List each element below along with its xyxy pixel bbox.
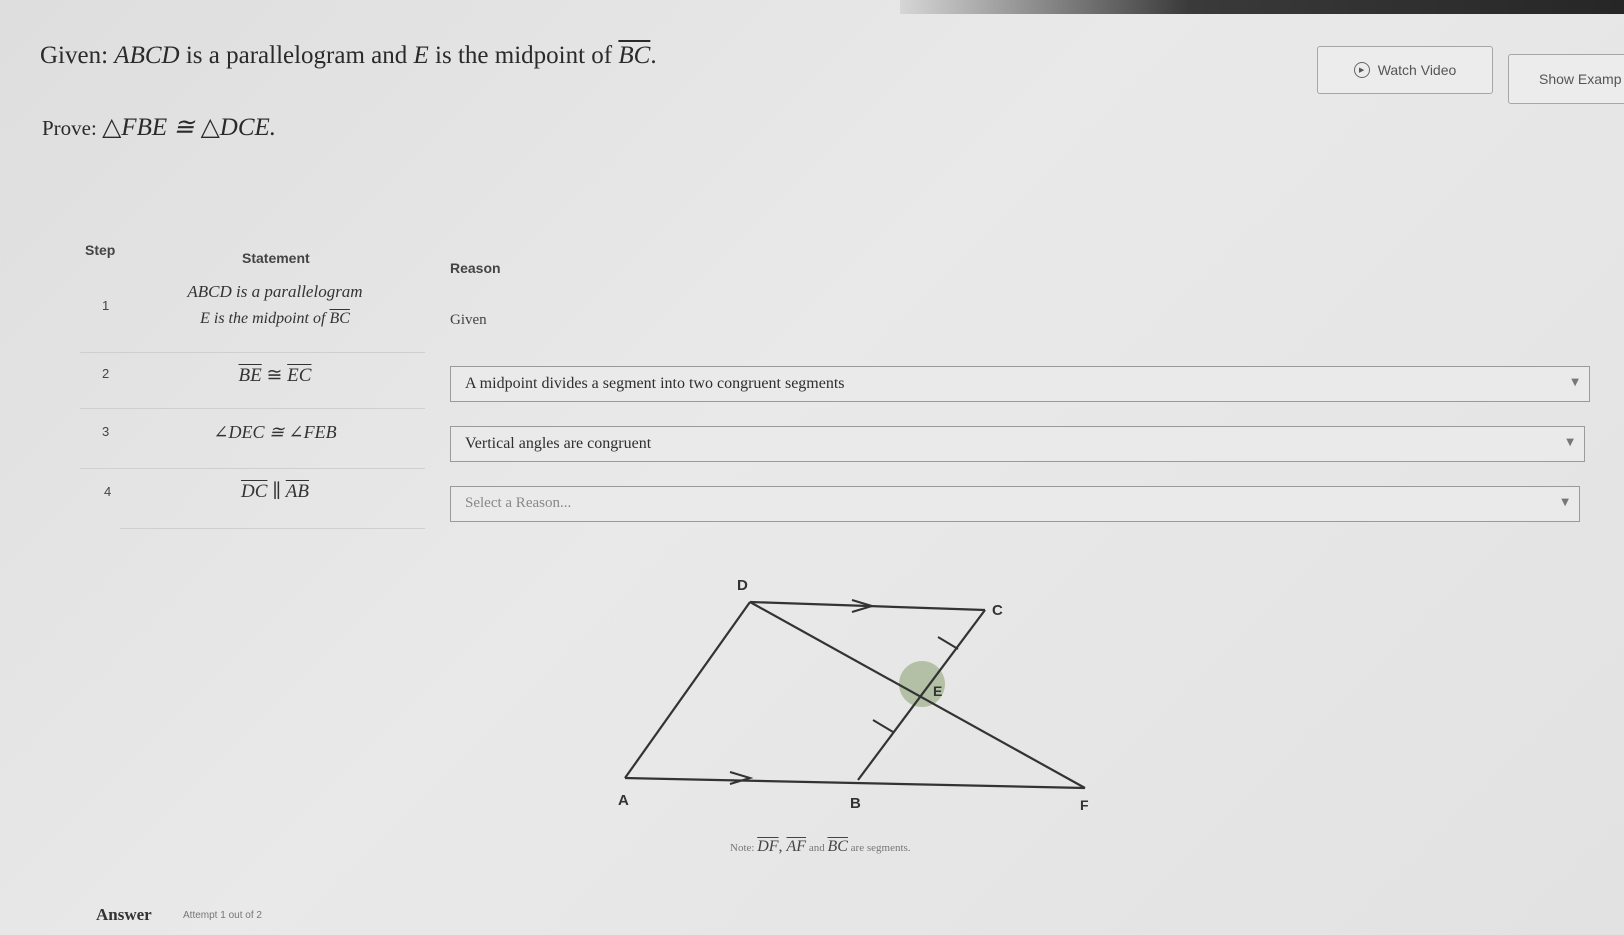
prove-statement: Prove: △FBE ≅ △DCE. bbox=[42, 112, 276, 142]
step-number: 1 bbox=[102, 298, 110, 313]
label-e: E bbox=[933, 683, 942, 699]
statement-2-seg1: BE bbox=[238, 365, 262, 386]
reason-4-placeholder: Select a Reason... bbox=[465, 495, 572, 511]
row-divider bbox=[80, 408, 425, 409]
note-sep: , bbox=[778, 838, 787, 855]
statement-3-text: ∠DEC ≅ ∠FEB bbox=[213, 422, 337, 442]
show-examples-label: Show Examp bbox=[1539, 71, 1622, 87]
label-a: A bbox=[618, 792, 629, 809]
note-seg-af: AF bbox=[786, 838, 807, 855]
header-step: Step bbox=[85, 242, 116, 258]
reason-select-2[interactable]: A midpoint divides a segment into two co… bbox=[450, 366, 1590, 402]
prove-expression: △FBE ≅ △DCE. bbox=[102, 114, 277, 141]
step-number: 4 bbox=[104, 484, 112, 499]
label-d: D bbox=[737, 577, 748, 594]
segment-ad bbox=[624, 601, 751, 779]
row-divider bbox=[120, 528, 425, 529]
prove-label: Prove: bbox=[42, 116, 103, 140]
top-window-bar bbox=[900, 0, 1624, 14]
segment-df bbox=[749, 601, 1086, 789]
step-number: 3 bbox=[102, 424, 110, 439]
given-segment-bc: BC bbox=[618, 42, 651, 69]
chevron-down-icon: ▼ bbox=[1566, 437, 1574, 448]
statement-2-rel: ≅ bbox=[261, 365, 288, 386]
header-statement: Statement bbox=[242, 250, 310, 266]
diagram-note: Note: DF, AF and BC are segments. bbox=[730, 838, 911, 856]
note-suffix: are segments. bbox=[847, 842, 911, 854]
tick-mark-eb bbox=[872, 719, 894, 733]
statement-1b-segment: BC bbox=[329, 310, 350, 327]
chevron-down-icon: ▼ bbox=[1571, 377, 1579, 388]
statement-1a: ABCD is a parallelogram bbox=[180, 282, 370, 302]
given-period: . bbox=[650, 42, 657, 69]
segment-af bbox=[624, 776, 1086, 790]
watch-video-label: Watch Video bbox=[1377, 62, 1457, 78]
reason-select-4[interactable]: Select a Reason... ▼ bbox=[450, 486, 1580, 522]
given-text-1: is a parallelogram and bbox=[179, 42, 414, 69]
show-examples-button[interactable]: Show Examp bbox=[1508, 54, 1624, 104]
given-statement: Given: ABCD is a parallelogram and E is … bbox=[40, 42, 657, 70]
attempt-counter: Attempt 1 out of 2 bbox=[183, 910, 262, 921]
label-b: B bbox=[850, 795, 861, 812]
statement-4: DC ∥ AB bbox=[180, 480, 370, 503]
row-divider bbox=[80, 352, 425, 353]
step-number: 2 bbox=[102, 366, 110, 381]
statement-1a-text: ABCD is a parallelogram bbox=[187, 282, 363, 301]
reason-given: Given bbox=[450, 312, 487, 328]
statement-1b: E is the midpoint of BC bbox=[180, 310, 370, 328]
note-seg-bc: BC bbox=[827, 838, 848, 855]
segment-cb bbox=[857, 609, 986, 781]
given-e: E bbox=[413, 42, 429, 69]
statement-2: BE ≅ EC bbox=[180, 364, 370, 387]
segment-dc bbox=[749, 600, 986, 612]
given-abcd: ABCD bbox=[114, 42, 180, 69]
statement-2-seg2: EC bbox=[287, 365, 312, 386]
statement-4-rel: ∥ bbox=[267, 481, 286, 502]
header-reason: Reason bbox=[450, 260, 501, 276]
proof-table: Step Statement Reason 1 ABCD is a parall… bbox=[80, 230, 1600, 550]
note-and: and bbox=[806, 842, 828, 854]
statement-4-seg2: AB bbox=[285, 481, 309, 502]
statement-3: ∠DEC ≅ ∠FEB bbox=[180, 422, 370, 443]
label-c: C bbox=[992, 602, 1003, 619]
reason-3-text: Vertical angles are congruent bbox=[465, 435, 652, 452]
statement-4-seg1: DC bbox=[241, 481, 268, 502]
reason-2-text: A midpoint divides a segment into two co… bbox=[465, 375, 845, 392]
statement-1b-text: E is the midpoint of bbox=[200, 310, 330, 327]
label-f: F bbox=[1080, 797, 1089, 813]
tick-mark-ce bbox=[937, 636, 959, 650]
reason-select-3[interactable]: Vertical angles are congruent ▼ bbox=[450, 426, 1585, 462]
note-seg-df: DF bbox=[757, 838, 779, 855]
parallel-arrow-ab bbox=[729, 771, 754, 785]
parallelogram-diagram: D C E A B F bbox=[618, 577, 1089, 813]
row-divider bbox=[80, 468, 425, 469]
answer-heading: Answer bbox=[96, 905, 152, 924]
chevron-down-icon: ▼ bbox=[1561, 497, 1569, 508]
given-text-2: is the midpoint of bbox=[428, 42, 619, 69]
note-prefix: Note: bbox=[730, 842, 758, 854]
watch-video-button[interactable]: ▶ Watch Video bbox=[1317, 46, 1493, 94]
given-label: Given: bbox=[40, 42, 115, 69]
play-circle-icon: ▶ bbox=[1353, 62, 1370, 78]
